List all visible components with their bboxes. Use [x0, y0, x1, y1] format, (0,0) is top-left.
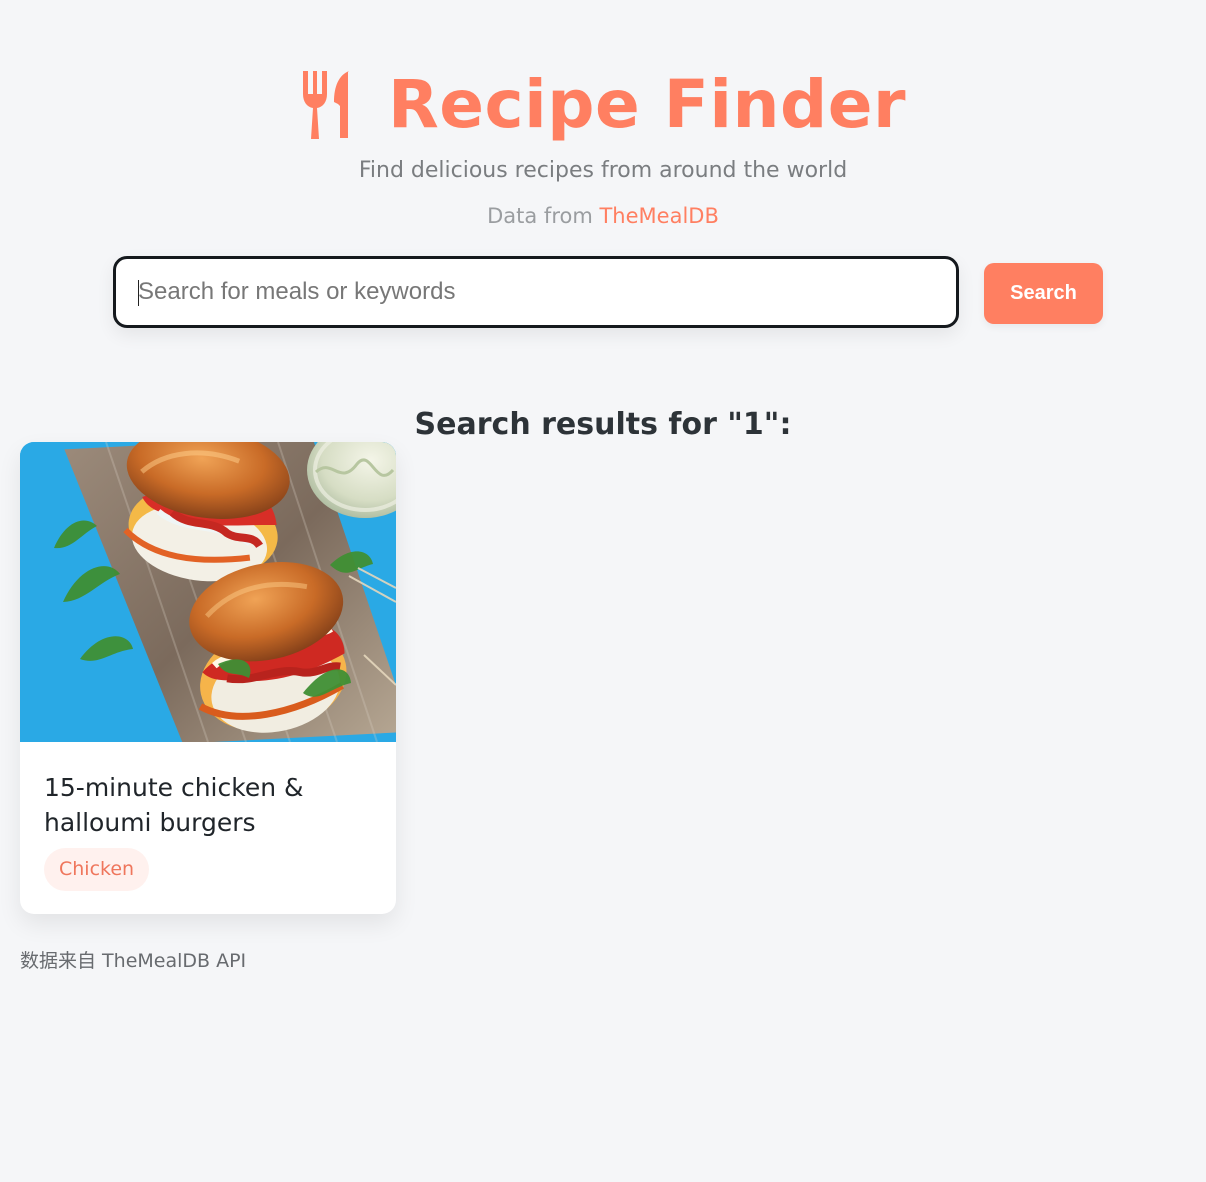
search-box	[113, 256, 959, 328]
recipe-card[interactable]: 15-minute chicken & halloumi burgers Chi…	[20, 442, 396, 914]
data-source-footer: 数据来自 TheMealDB API	[20, 950, 247, 972]
category-badge: Chicken	[44, 848, 150, 891]
search-input[interactable]	[116, 259, 956, 325]
themealdb-link[interactable]: TheMealDB	[599, 204, 718, 228]
app-header: Recipe Finder Find delicious recipes fro…	[0, 60, 1206, 232]
results-heading: Search results for "1":	[414, 406, 792, 442]
page-subtitle: Find delicious recipes from around the w…	[358, 158, 848, 183]
chicken-halloumi-burger-image	[20, 442, 396, 742]
recipe-title[interactable]: 15-minute chicken & halloumi burgers	[44, 770, 372, 840]
utensils-icon	[302, 71, 349, 139]
search-button[interactable]: Search	[984, 263, 1103, 324]
data-source-line: Data from TheMealDB	[0, 200, 1206, 232]
text-cursor	[138, 280, 139, 306]
data-source-prefix: Data from	[487, 204, 593, 228]
page-title: Recipe Finder	[387, 66, 907, 143]
brand-row: Recipe Finder	[0, 60, 1206, 150]
